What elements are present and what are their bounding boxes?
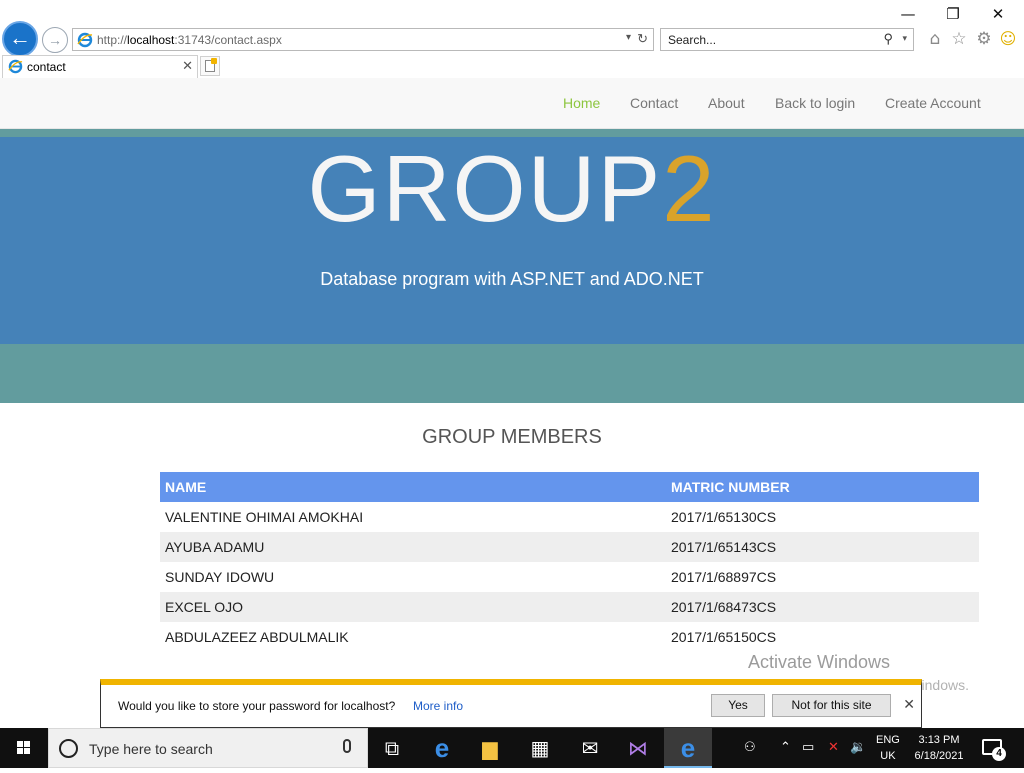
nav-about[interactable]: About (708, 95, 745, 111)
url-text[interactable]: http://localhost:31743/contact.aspx (97, 33, 282, 47)
internet-explorer-icon[interactable]: e (664, 728, 712, 768)
edge-icon[interactable]: e (418, 728, 466, 768)
home-icon[interactable]: ⌂ (925, 29, 945, 49)
table-row: SUNDAY IDOWU 2017/1/68897CS (160, 562, 979, 592)
chevron-up-icon[interactable]: ⌃ (780, 740, 791, 755)
member-matric: 2017/1/68473CS (666, 592, 979, 622)
search-icon (59, 739, 78, 758)
column-header-matric: MATRIC NUMBER (666, 472, 979, 502)
address-bar[interactable]: http://localhost:31743/contact.aspx ▾ ↻ (72, 28, 654, 51)
member-name: SUNDAY IDOWU (160, 562, 666, 592)
table-row: EXCEL OJO 2017/1/68473CS (160, 592, 979, 622)
new-tab-button[interactable] (200, 56, 220, 76)
yes-button[interactable]: Yes (711, 694, 765, 717)
hero-strip-bottom (0, 344, 1024, 403)
nav-create-account[interactable]: Create Account (885, 95, 981, 111)
store-icon[interactable]: ▦ (516, 728, 564, 768)
windows-logo-icon (17, 741, 30, 754)
hero-subtitle: Database program with ASP.NET and ADO.NE… (320, 269, 704, 289)
member-name: AYUBA ADAMU (160, 532, 666, 562)
taskbar-search-placeholder: Type here to search (89, 741, 213, 757)
more-info-link[interactable]: More info (413, 699, 463, 713)
back-button[interactable]: ← (2, 21, 38, 57)
search-placeholder: Search... (668, 33, 717, 47)
battery-icon[interactable]: ▭ (802, 740, 814, 755)
close-icon[interactable]: ✕ (903, 696, 915, 713)
site-navbar: Home Contact About Back to login Create … (0, 78, 1024, 129)
search-input[interactable]: Search... ⚲ ▾ (660, 28, 914, 51)
table-row: AYUBA ADAMU 2017/1/65143CS (160, 532, 979, 562)
visual-studio-icon[interactable]: ⋈ (614, 728, 662, 768)
hero-banner: GROUP2 Database program with ASP.NET and… (0, 137, 1024, 344)
favorites-star-icon[interactable]: ☆ (949, 29, 969, 49)
members-table: NAME MATRIC NUMBER VALENTINE OHIMAI AMOK… (160, 472, 979, 652)
language-indicator[interactable]: ENG UK (876, 732, 900, 764)
password-save-bar: Would you like to store your password fo… (100, 679, 922, 728)
task-view-icon[interactable]: ⧉ (368, 728, 416, 768)
mail-icon[interactable]: ✉ (566, 728, 614, 768)
clock[interactable]: 3:13 PM 6/18/2021 (908, 732, 970, 764)
start-button[interactable] (0, 728, 48, 768)
microphone-icon[interactable] (343, 739, 351, 753)
close-tab-icon[interactable]: ✕ (182, 58, 193, 74)
hero-title: GROUP2 (307, 136, 717, 241)
gear-icon[interactable]: ⚙ (974, 29, 994, 49)
table-header-row: NAME MATRIC NUMBER (160, 472, 979, 502)
ie-icon (8, 59, 23, 74)
tab-title: contact (27, 60, 66, 74)
member-matric: 2017/1/65143CS (666, 532, 979, 562)
password-prompt-text: Would you like to store your password fo… (118, 699, 396, 713)
activate-windows-watermark: Activate Windows (748, 652, 891, 672)
nav-contact[interactable]: Contact (630, 95, 678, 111)
file-explorer-icon[interactable]: ▆ (466, 728, 514, 768)
taskbar-search-box[interactable]: Type here to search (48, 728, 368, 768)
close-window-button[interactable]: ✕ (983, 4, 1013, 24)
member-matric: 2017/1/65130CS (666, 502, 979, 532)
member-matric: 2017/1/68897CS (666, 562, 979, 592)
notification-badge: 4 (992, 747, 1006, 761)
table-row: VALENTINE OHIMAI AMOKHAI 2017/1/65130CS (160, 502, 979, 532)
people-icon[interactable]: ⚇ (744, 740, 756, 755)
member-matric: 2017/1/65150CS (666, 622, 979, 652)
nav-home[interactable]: Home (563, 95, 600, 111)
nav-back-to-login[interactable]: Back to login (775, 95, 855, 111)
taskbar: Type here to search ⧉ e ▆ ▦ ✉ ⋈ e ⚇ ⌃ ▭ … (0, 728, 1024, 768)
members-heading: GROUP MEMBERS (422, 426, 602, 448)
network-icon[interactable]: ✕ (828, 740, 839, 755)
member-name: EXCEL OJO (160, 592, 666, 622)
maximize-button[interactable]: ❐ (938, 4, 968, 24)
member-name: VALENTINE OHIMAI AMOKHAI (160, 502, 666, 532)
not-for-this-site-button[interactable]: Not for this site (772, 694, 891, 717)
search-icon[interactable]: ⚲ (883, 31, 893, 47)
member-name: ABDULAZEEZ ABDULMALIK (160, 622, 666, 652)
minimize-button[interactable]: — (893, 4, 923, 24)
feedback-smiley-icon[interactable]: ☺ (998, 29, 1018, 49)
refresh-icon[interactable]: ↻ (637, 31, 648, 47)
column-header-name: NAME (160, 472, 666, 502)
chevron-down-icon[interactable]: ▾ (626, 32, 631, 43)
browser-tab[interactable]: contact ✕ (2, 55, 198, 78)
browser-chrome: — ❐ ✕ ← → http://localhost:31743/contact… (0, 0, 1024, 78)
table-row: ABDULAZEEZ ABDULMALIK 2017/1/65150CS (160, 622, 979, 652)
chevron-down-icon[interactable]: ▾ (902, 33, 907, 44)
volume-icon[interactable]: 🔉 (850, 740, 866, 755)
forward-button[interactable]: → (42, 27, 68, 53)
ie-icon (77, 32, 93, 48)
